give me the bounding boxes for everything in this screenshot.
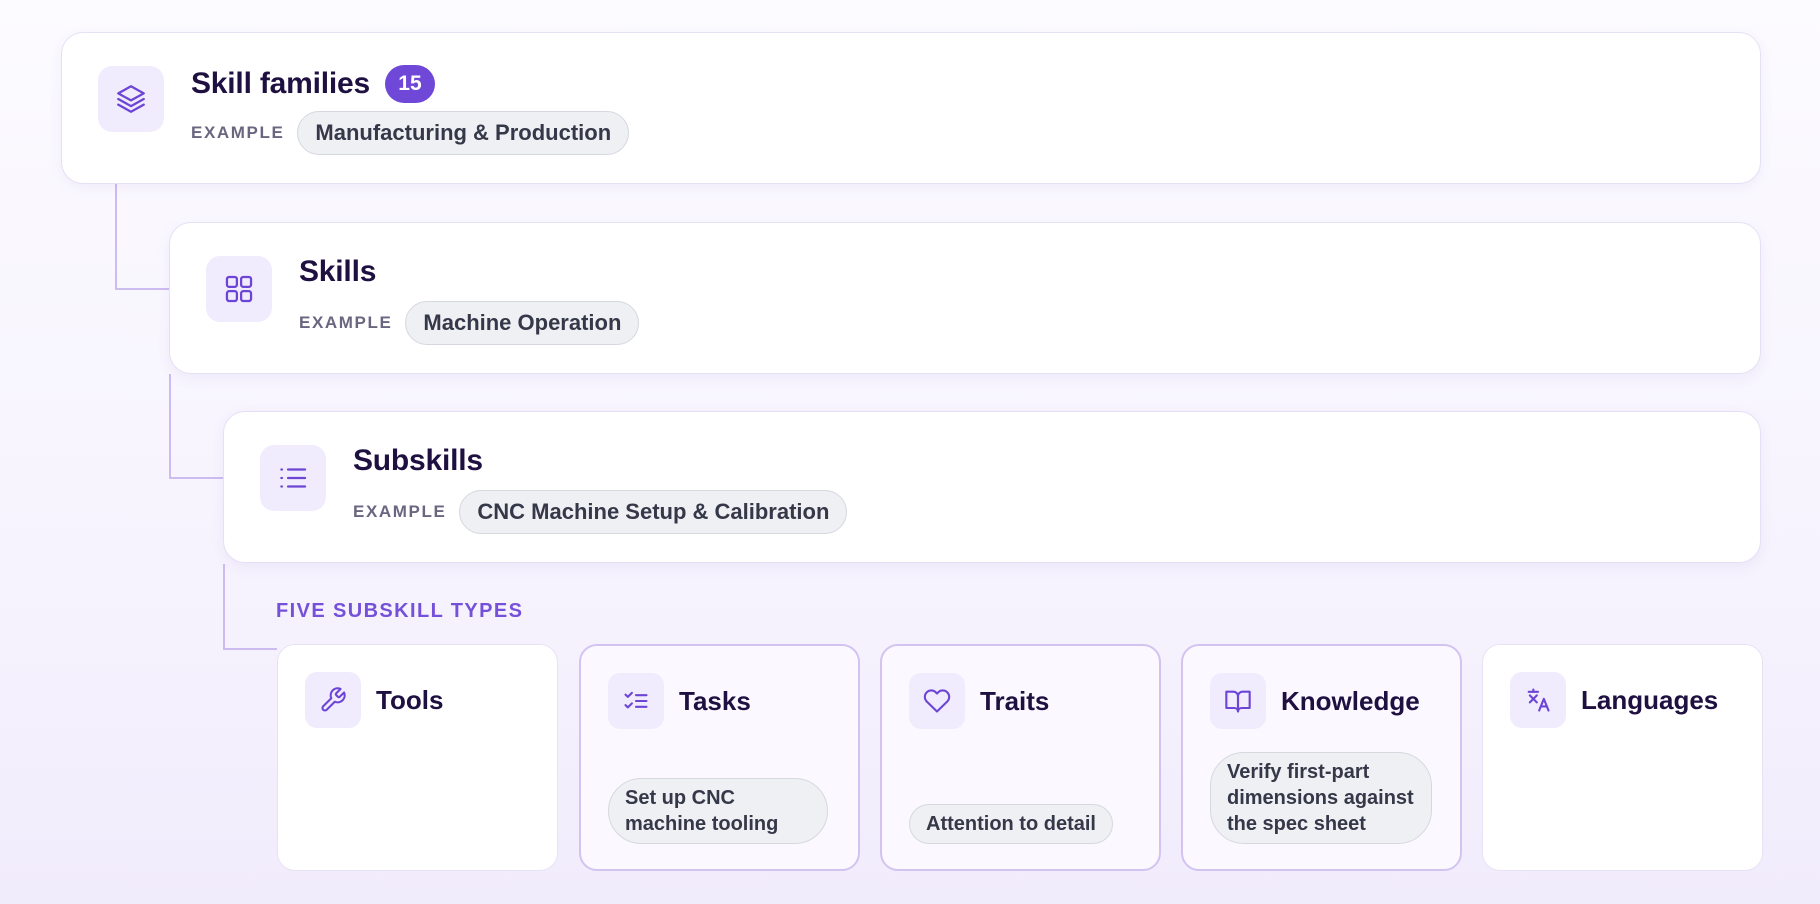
subskill-type-title: Tasks (679, 686, 751, 716)
subskills-card: Subskills EXAMPLE CNC Machine Setup & Ca… (223, 411, 1761, 563)
example-label: EXAMPLE (353, 502, 447, 521)
subskill-type-title: Knowledge (1281, 686, 1420, 716)
level-title: Skill families (191, 67, 370, 100)
example-label: EXAMPLE (299, 313, 393, 332)
subskill-type-card-languages: Languages (1482, 644, 1763, 871)
skills-card: Skills EXAMPLE Machine Operation (169, 222, 1761, 374)
subskill-type-title: Languages (1581, 685, 1719, 715)
subskill-type-example-pill: Verify first-part dimensions against the… (1210, 752, 1432, 844)
example-pill: CNC Machine Setup & Calibration (459, 490, 848, 534)
subskill-type-example-pill: Attention to detail (909, 804, 1113, 844)
example-label: EXAMPLE (191, 123, 285, 142)
wrench-icon (305, 672, 361, 728)
book-icon (1210, 673, 1266, 729)
example-pill: Manufacturing & Production (297, 111, 630, 155)
connector-skills-subskills-vertical (169, 374, 171, 479)
list-icon (260, 445, 326, 511)
connector-subskills-types-vertical (223, 564, 225, 650)
subskill-type-card-tasks: Tasks Set up CNC machine tooling (579, 644, 860, 871)
count-badge: 15 (384, 65, 435, 103)
subskill-types-heading: FIVE SUBSKILL TYPES (276, 600, 524, 622)
subskill-type-card-traits: Traits Attention to detail (880, 644, 1161, 871)
checklist-icon (608, 673, 664, 729)
subskill-type-title: Tools (376, 685, 444, 715)
subskill-type-card-knowledge: Knowledge Verify first-part dimensions a… (1181, 644, 1462, 871)
example-pill: Machine Operation (405, 301, 640, 345)
grid-icon (206, 256, 272, 322)
heart-icon (909, 673, 965, 729)
connector-families-skills-horizontal (115, 288, 171, 290)
subskill-type-title: Traits (980, 686, 1050, 716)
translate-icon (1510, 672, 1566, 728)
connector-subskills-types-horizontal (223, 648, 277, 650)
layers-icon (98, 66, 164, 132)
connector-families-skills-vertical (115, 184, 117, 290)
level-title: Subskills (353, 444, 483, 477)
subskill-type-example-pill: Set up CNC machine tooling (608, 778, 828, 844)
subskill-type-card-tools: Tools (277, 644, 558, 871)
level-title: Skills (299, 255, 377, 288)
skill-families-card: Skill families 15 EXAMPLE Manufacturing … (61, 32, 1761, 184)
connector-skills-subskills-horizontal (169, 477, 225, 479)
